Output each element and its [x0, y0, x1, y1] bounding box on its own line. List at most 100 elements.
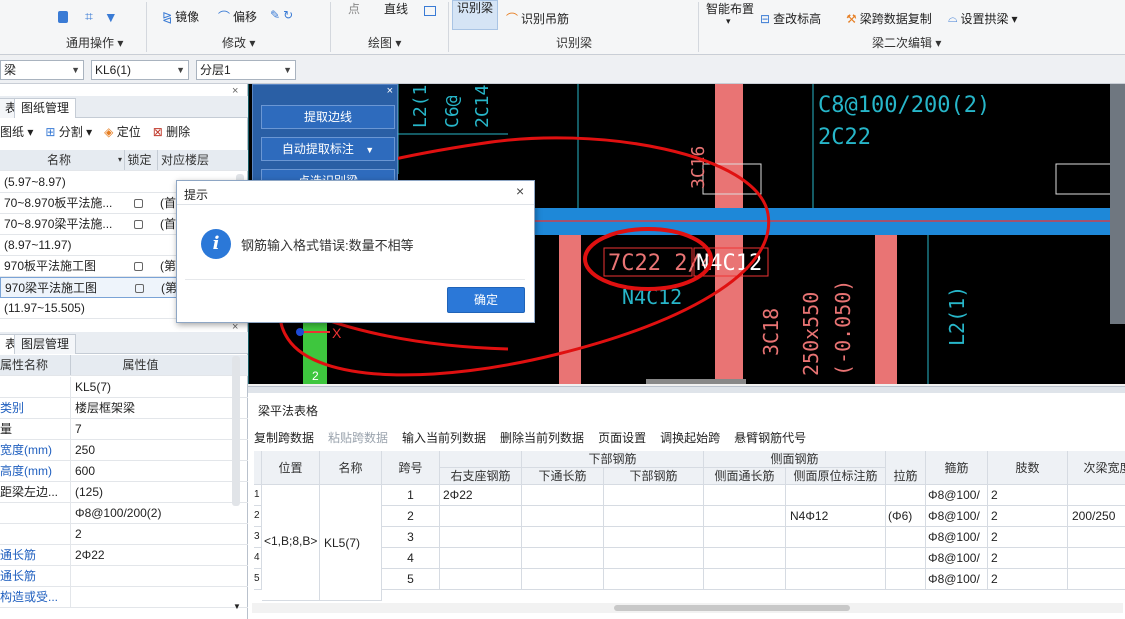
- row-index[interactable]: 2: [254, 506, 262, 527]
- cell-bottom-through[interactable]: [522, 569, 604, 590]
- check-labels-button[interactable]: ⊟ 查改标高: [760, 10, 821, 27]
- cell-stirrup[interactable]: Φ8@100/: [926, 506, 988, 527]
- property-value[interactable]: 600: [70, 461, 210, 481]
- cell-secondary-beam[interactable]: [1068, 485, 1125, 506]
- table-toolbar-button[interactable]: 复制跨数据: [254, 429, 314, 447]
- cell-side-through[interactable]: [704, 548, 786, 569]
- property-value[interactable]: 2: [70, 524, 210, 544]
- lock-icon[interactable]: [134, 214, 148, 234]
- cell-secondary-beam[interactable]: [1068, 527, 1125, 548]
- cell-bottom-bar[interactable]: [604, 569, 704, 590]
- cell-tie[interactable]: [886, 569, 926, 590]
- lock-tool-button[interactable]: ⌗ ▼: [58, 8, 118, 25]
- table-toolbar-button[interactable]: 粘贴跨数据: [328, 429, 388, 447]
- element-name-select[interactable]: KL6(1) ▼: [91, 60, 189, 80]
- property-row[interactable]: 2: [0, 524, 248, 545]
- cell-span[interactable]: 1: [382, 485, 440, 506]
- cell-side-through[interactable]: [704, 506, 786, 527]
- beam-span-copy-button[interactable]: ⚒ 梁跨数据复制: [846, 10, 932, 27]
- close-icon[interactable]: ×: [516, 183, 524, 199]
- line-button[interactable]: 直线: [384, 0, 408, 17]
- smart-layout-button[interactable]: 智能布置: [706, 0, 754, 17]
- identify-hanger-button[interactable]: ⌒ 识别吊筋: [506, 10, 569, 27]
- cell-span[interactable]: 5: [382, 569, 440, 590]
- cell-secondary-beam[interactable]: [1068, 548, 1125, 569]
- cell-tie[interactable]: [886, 548, 926, 569]
- cell-right-support[interactable]: [440, 527, 522, 548]
- cell-side-through[interactable]: [704, 485, 786, 506]
- cell-stirrup[interactable]: Φ8@100/: [926, 548, 988, 569]
- row-index[interactable]: 1: [254, 485, 262, 506]
- cell-side-through[interactable]: [704, 569, 786, 590]
- edit-tools[interactable]: ✎ ↻: [270, 8, 293, 22]
- property-row[interactable]: 类别 楼层框架梁: [0, 398, 248, 419]
- cell-legs[interactable]: 2: [988, 548, 1068, 569]
- cell-legs[interactable]: 2: [988, 506, 1068, 527]
- cell-name[interactable]: KL5(7): [320, 485, 382, 601]
- cell-bottom-through[interactable]: [522, 485, 604, 506]
- locate-button[interactable]: ◈ 定位: [104, 123, 141, 140]
- extract-edge-button[interactable]: 提取边线: [261, 105, 395, 129]
- split-button[interactable]: ⊞ 分割 ▾: [45, 123, 92, 140]
- cell-legs[interactable]: 2: [988, 569, 1068, 590]
- cell-right-support[interactable]: [440, 569, 522, 590]
- property-value[interactable]: Φ8@100/200(2): [70, 503, 210, 523]
- table-toolbar-button[interactable]: 页面设置: [598, 429, 646, 447]
- cell-bottom-through[interactable]: [522, 506, 604, 527]
- cell-right-support[interactable]: 2Φ22: [440, 485, 522, 506]
- cell-secondary-beam[interactable]: [1068, 569, 1125, 590]
- cell-side-orig[interactable]: N4Φ12: [786, 506, 886, 527]
- property-row[interactable]: 高度(mm) 600: [0, 461, 248, 482]
- mirror-button[interactable]: ⧎ 镜像: [162, 8, 199, 25]
- splitter[interactable]: [248, 387, 1125, 393]
- row-index[interactable]: 4: [254, 548, 262, 569]
- cell-right-support[interactable]: [440, 506, 522, 527]
- property-row[interactable]: Φ8@100/200(2): [0, 503, 248, 524]
- table-toolbar-button[interactable]: 调换起始跨: [660, 429, 720, 447]
- cell-stirrup[interactable]: Φ8@100/: [926, 569, 988, 590]
- cell-side-orig[interactable]: [786, 569, 886, 590]
- lock-icon[interactable]: [134, 193, 148, 213]
- lock-icon[interactable]: [135, 278, 149, 297]
- close-icon[interactable]: ×: [387, 85, 393, 97]
- cell-span[interactable]: 3: [382, 527, 440, 548]
- draw-group[interactable]: 绘图 ▾: [368, 34, 401, 51]
- property-row[interactable]: 宽度(mm) 250: [0, 440, 248, 461]
- element-type-select[interactable]: 梁 ▼: [0, 60, 84, 80]
- offset-button[interactable]: ⌒ 偏移: [218, 8, 257, 25]
- layer-select[interactable]: 分层1 ▼: [196, 60, 296, 80]
- table-toolbar-button[interactable]: 删除当前列数据: [500, 429, 584, 447]
- cell-span[interactable]: 4: [382, 548, 440, 569]
- table-toolbar-button[interactable]: 输入当前列数据: [402, 429, 486, 447]
- property-row[interactable]: 距梁左边... (125): [0, 482, 248, 503]
- cell-tie[interactable]: (Φ6): [886, 506, 926, 527]
- drawing-button[interactable]: 图纸 ▾: [0, 123, 33, 140]
- cell-legs[interactable]: 2: [988, 527, 1068, 548]
- point-button[interactable]: 点: [348, 0, 360, 17]
- property-row[interactable]: 量7: [0, 419, 248, 440]
- identify-beam-button[interactable]: 识别梁: [452, 0, 498, 30]
- general-ops-group[interactable]: 通用操作 ▾: [66, 34, 123, 51]
- property-value[interactable]: [70, 566, 210, 586]
- cell-stirrup[interactable]: Φ8@100/: [926, 527, 988, 548]
- cell-side-orig[interactable]: [786, 548, 886, 569]
- scrollbar[interactable]: [232, 356, 240, 506]
- cell-bottom-through[interactable]: [522, 527, 604, 548]
- property-value[interactable]: (125): [70, 482, 210, 502]
- row-index[interactable]: 5: [254, 569, 262, 590]
- property-row[interactable]: 通长筋 2Φ22: [0, 545, 248, 566]
- cell-position[interactable]: <1,B;8,B>: [262, 485, 320, 601]
- cell-bottom-bar[interactable]: [604, 548, 704, 569]
- scrollbar-thumb[interactable]: [614, 605, 850, 611]
- cell-bottom-bar[interactable]: [604, 506, 704, 527]
- property-value[interactable]: 2Φ22: [70, 545, 210, 565]
- cell-secondary-beam[interactable]: 200/250: [1068, 506, 1125, 527]
- property-value[interactable]: [70, 587, 210, 607]
- beam-secondary-edit-group[interactable]: 梁二次编辑 ▾: [872, 34, 941, 51]
- modify-group[interactable]: 修改 ▾: [222, 34, 255, 51]
- rect-button[interactable]: [424, 6, 436, 16]
- property-row[interactable]: 通长筋: [0, 566, 248, 587]
- cell-side-orig[interactable]: [786, 527, 886, 548]
- table-toolbar-button[interactable]: 悬臂钢筋代号: [734, 429, 806, 447]
- set-arch-beam-button[interactable]: ⌓ 设置拱梁 ▾: [948, 10, 1018, 27]
